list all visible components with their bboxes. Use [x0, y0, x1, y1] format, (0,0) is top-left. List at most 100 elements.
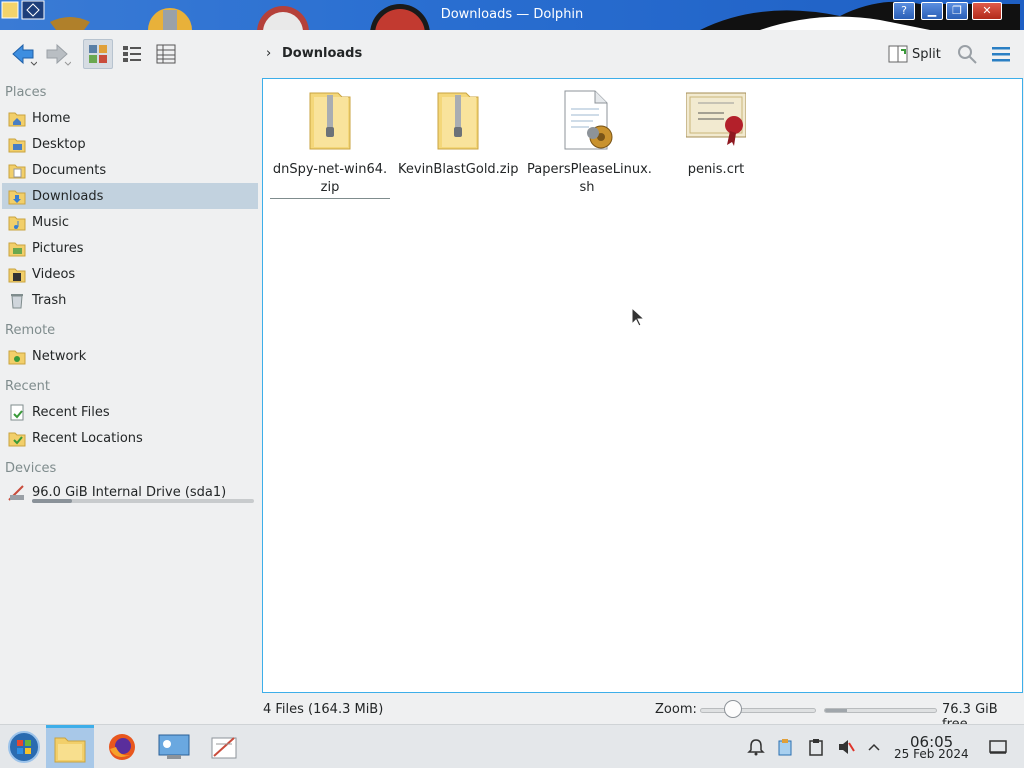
- folder-icon: [54, 737, 86, 762]
- split-button[interactable]: Split: [888, 44, 941, 64]
- recent-files-icon: [10, 404, 24, 421]
- status-bar: 4 Files (164.3 MiB) Zoom: 76.3 GiB free: [0, 696, 1024, 732]
- sidebar-item-label: Trash: [32, 292, 67, 308]
- start-menu-button[interactable]: [0, 725, 48, 768]
- zoom-slider[interactable]: [700, 708, 816, 713]
- close-button[interactable]: ✕: [972, 2, 1002, 20]
- videos-folder-icon: [8, 268, 26, 283]
- documents-folder-icon: [8, 164, 26, 179]
- file-item[interactable]: KevinBlastGold.zip: [398, 89, 519, 179]
- notifications-tray[interactable]: [746, 737, 766, 757]
- zoom-label: Zoom:: [655, 702, 697, 717]
- sidebar-item-label: Videos: [32, 266, 76, 282]
- minimize-button[interactable]: ▁: [921, 2, 943, 20]
- clipboard-icon: [809, 739, 823, 756]
- sidebar-item-network[interactable]: Network: [2, 343, 258, 369]
- sidebar-item-recent-files[interactable]: Recent Files: [2, 399, 258, 425]
- sidebar-item-label: 96.0 GiB Internal Drive (sda1): [32, 484, 227, 500]
- drive-icon: [8, 485, 24, 501]
- script-file-icon: [564, 90, 613, 150]
- menu-button[interactable]: [986, 39, 1016, 69]
- music-folder-icon: [8, 216, 26, 231]
- back-button[interactable]: [8, 39, 38, 69]
- clipboard-tray[interactable]: [775, 737, 795, 757]
- taskbar: [0, 724, 1024, 768]
- sidebar-item-music[interactable]: Music: [2, 209, 258, 235]
- speaker-muted-icon: [839, 740, 855, 754]
- toolbar: › Downloads Split: [0, 30, 1024, 78]
- file-name: PapersPleaseLinux. sh: [527, 162, 652, 195]
- maximize-button[interactable]: ❐: [946, 2, 968, 20]
- network-folder-icon: [8, 350, 26, 365]
- tray-expand-button[interactable]: [864, 737, 884, 757]
- drive-usage-fill: [32, 499, 72, 503]
- sidebar-item-desktop[interactable]: Desktop: [2, 131, 258, 157]
- file-name: KevinBlastGold.zip: [398, 162, 519, 177]
- file-item[interactable]: penis.crt: [656, 89, 776, 179]
- sidebar-item-label: Network: [32, 348, 87, 364]
- sidebar-item-label: Home: [32, 110, 71, 126]
- section-recent: Recent: [5, 379, 50, 394]
- zip-folder-icon: [309, 92, 351, 150]
- free-space-bar: [824, 708, 937, 713]
- certificate-icon: [685, 92, 747, 146]
- sidebar-item-home[interactable]: Home: [2, 105, 258, 131]
- taskbar-dolphin[interactable]: [46, 725, 94, 768]
- arrow-right-icon: [46, 43, 71, 66]
- recent-locations-icon: [8, 432, 26, 447]
- sidebar-item-recent-locations[interactable]: Recent Locations: [2, 425, 258, 451]
- sidebar-item-documents[interactable]: Documents: [2, 157, 258, 183]
- sidebar-item-label: Recent Files: [32, 404, 110, 420]
- breadcrumb[interactable]: Downloads: [282, 46, 362, 61]
- search-icon: [958, 45, 977, 64]
- text-editor-icon: [211, 737, 237, 759]
- taskbar-system-settings[interactable]: [150, 725, 198, 768]
- vault-icon: [778, 739, 792, 756]
- sidebar-item-videos[interactable]: Videos: [2, 261, 258, 287]
- mouse-cursor-icon: [631, 307, 645, 327]
- bell-icon: [747, 739, 765, 756]
- help-button[interactable]: ?: [893, 2, 915, 20]
- sidebar-item-pictures[interactable]: Pictures: [2, 235, 258, 261]
- sidebar-item-label: Recent Locations: [32, 430, 143, 446]
- section-devices: Devices: [5, 461, 57, 476]
- desktop-folder-icon: [8, 138, 26, 153]
- show-desktop-button[interactable]: [988, 737, 1008, 757]
- details-view-icon: [156, 44, 176, 64]
- icons-view-icon: [89, 45, 107, 63]
- window-titlebar[interactable]: Downloads — Dolphin ? ▁ ❐ ✕: [0, 0, 1024, 30]
- sidebar-item-label: Downloads: [32, 188, 104, 204]
- drive-usage-bar: [32, 499, 254, 503]
- hamburger-menu-icon: [992, 47, 1010, 62]
- file-item[interactable]: dnSpy-net-win64. zip: [270, 89, 390, 199]
- section-remote: Remote: [5, 323, 56, 338]
- trash-icon: [11, 294, 23, 309]
- icons-view-button[interactable]: [83, 39, 113, 69]
- sidebar-item-trash[interactable]: Trash: [2, 287, 258, 313]
- start-orb-icon: [8, 731, 40, 763]
- file-view[interactable]: dnSpy-net-win64. zip KevinBlastGold.zip P…: [262, 78, 1023, 693]
- split-label: Split: [912, 46, 941, 62]
- window-title: Downloads — Dolphin: [440, 7, 584, 22]
- show-desktop-icon: [989, 740, 1007, 754]
- file-item[interactable]: PapersPleaseLinux. sh: [527, 89, 652, 197]
- details-view-button[interactable]: [151, 39, 181, 69]
- taskbar-firefox[interactable]: [98, 725, 146, 768]
- downloads-folder-icon: [8, 190, 26, 205]
- clock-date[interactable]: 25 Feb 2024: [894, 747, 969, 761]
- split-view-icon: [888, 45, 908, 63]
- compact-view-button[interactable]: [117, 39, 147, 69]
- chevron-up-icon: [868, 743, 880, 751]
- search-button[interactable]: [952, 39, 982, 69]
- clipboard-manager-tray[interactable]: [806, 737, 826, 757]
- zoom-slider-handle[interactable]: [724, 700, 742, 718]
- volume-tray[interactable]: [836, 737, 856, 757]
- system-settings-icon: [158, 734, 190, 759]
- sidebar-item-downloads[interactable]: Downloads: [2, 183, 258, 209]
- taskbar-text-editor[interactable]: [200, 725, 248, 768]
- firefox-icon: [109, 734, 135, 760]
- file-name: dnSpy-net-win64. zip: [270, 161, 390, 199]
- forward-button[interactable]: [42, 39, 72, 69]
- file-name: penis.crt: [687, 162, 745, 177]
- breadcrumb-separator-icon[interactable]: ›: [266, 46, 271, 61]
